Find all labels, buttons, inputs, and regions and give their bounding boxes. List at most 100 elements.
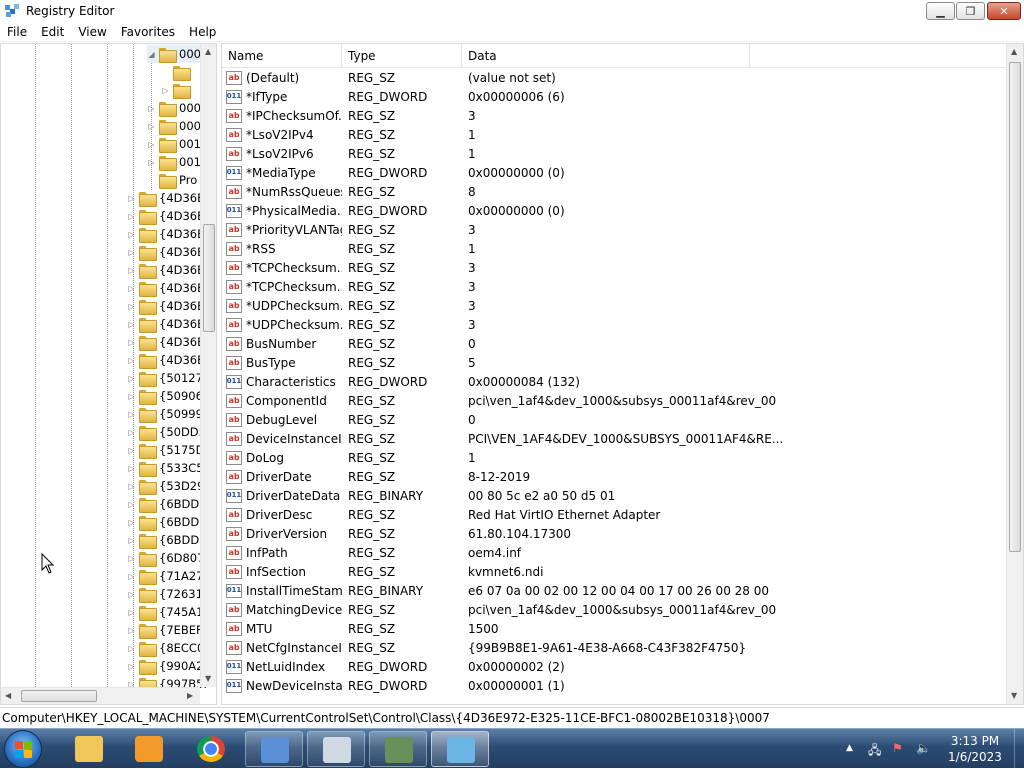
value-row[interactable]: ab DriverDate REG_SZ 8-12-2019 — [222, 467, 1006, 486]
tree-node[interactable]: ▷ {4D36E — [127, 261, 204, 279]
tree-node[interactable]: ▷ {4D36E — [127, 351, 204, 369]
tree-node[interactable]: ▷ {4D36E — [127, 297, 204, 315]
list-vscroll-thumb[interactable] — [1009, 62, 1021, 552]
minimize-button[interactable]: ▁ — [926, 2, 955, 20]
value-row[interactable]: ab DebugLevel REG_SZ 0 — [222, 410, 1006, 429]
maximize-button[interactable]: ❐ — [956, 2, 985, 20]
scroll-down-arrow-icon[interactable]: ▼ — [205, 674, 211, 683]
list-vertical-scrollbar[interactable]: ▲ ▼ — [1006, 44, 1023, 704]
volume-icon[interactable]: 🔈 — [916, 741, 931, 755]
tree-node[interactable]: ▷ {4D36E — [127, 225, 204, 243]
tree-expander-icon[interactable]: ▷ — [127, 230, 136, 239]
tree-expander-icon[interactable]: ▷ — [127, 446, 136, 455]
value-row[interactable]: 011 Characteristics REG_DWORD 0x00000084 (1… — [222, 372, 1006, 391]
title-bar[interactable]: Registry Editor ▁ ❐ ✕ — [0, 0, 1024, 22]
value-row[interactable]: ab *UDPChecksum... REG_SZ 3 — [222, 315, 1006, 334]
value-row[interactable]: 011 NewDeviceInstall REG_DWORD 0x00000001 (… — [222, 676, 1006, 695]
tree-expander-icon[interactable]: ▷ — [127, 590, 136, 599]
start-button[interactable] — [4, 730, 42, 768]
tree-expander-icon[interactable]: ▷ — [127, 572, 136, 581]
tree-node[interactable]: ▷ {4D36E — [127, 279, 204, 297]
value-row[interactable]: ab InfSection REG_SZ kvmnet6.ndi — [222, 562, 1006, 581]
taskbar-calendar-app-button[interactable] — [307, 731, 365, 767]
tree-node[interactable]: ▷ {72631E — [127, 585, 210, 603]
tree-node[interactable]: ▷ {6BDD1 — [127, 513, 207, 531]
registry-values-pane[interactable]: Name Type Data ab (Default) REG_SZ (value n… — [221, 43, 1024, 705]
tree-node[interactable]: ▷ 001 — [147, 153, 201, 171]
network-icon[interactable]: 🖧 — [868, 741, 881, 762]
tree-expander-icon[interactable]: ▷ — [127, 338, 136, 347]
column-header-name[interactable]: Name — [222, 44, 342, 68]
taskbar-network-app-button[interactable] — [245, 731, 303, 767]
tree-hscroll-thumb[interactable] — [21, 690, 97, 702]
tree-node[interactable]: ▷ 000 — [147, 99, 201, 117]
tree-expander-icon[interactable]: ▷ — [127, 464, 136, 473]
value-row[interactable]: ab *LsoV2IPv4 REG_SZ 1 — [222, 125, 1006, 144]
tree-node[interactable]: ▷ {50906C — [127, 387, 211, 405]
tree-expander-icon[interactable]: ◢ — [147, 50, 156, 59]
tree-node[interactable]: ▷ 001 — [147, 135, 201, 153]
value-row[interactable]: ab *IPChecksumOf... REG_SZ 3 — [222, 106, 1006, 125]
taskbar-monitor-app-button[interactable] — [369, 731, 427, 767]
tree-vertical-scrollbar[interactable]: ▲ ▼ — [200, 44, 216, 687]
tree-node[interactable]: ▷ {6BDD1 — [127, 531, 207, 549]
tree-node[interactable] — [161, 63, 193, 81]
tree-expander-icon[interactable]: ▷ — [147, 104, 156, 113]
tree-node[interactable]: ▷ {533C5I — [127, 459, 207, 477]
tree-expander-icon[interactable]: ▷ — [127, 536, 136, 545]
tree-node[interactable]: ▷ {6BDD1 — [127, 495, 207, 513]
tree-node[interactable]: ▷ {71A27 — [127, 567, 203, 585]
tree-expander-icon[interactable]: ▷ — [127, 518, 136, 527]
value-row[interactable]: ab DriverVersion REG_SZ 61.80.104.17300 — [222, 524, 1006, 543]
tree-node[interactable]: ▷ {53D29I — [127, 477, 208, 495]
value-row[interactable]: ab *LsoV2IPv6 REG_SZ 1 — [222, 144, 1006, 163]
tree-expander-icon[interactable]: ▷ — [127, 554, 136, 563]
tree-expander-icon[interactable]: ▷ — [127, 482, 136, 491]
scroll-up-arrow-icon[interactable]: ▲ — [1011, 47, 1017, 56]
tree-expander-icon[interactable]: ▷ — [127, 302, 136, 311]
scroll-left-arrow-icon[interactable]: ◀ — [5, 691, 11, 700]
tree-expander-icon[interactable]: ▷ — [147, 140, 156, 149]
scroll-up-arrow-icon[interactable]: ▲ — [205, 47, 211, 56]
menu-edit[interactable]: Edit — [34, 25, 71, 39]
tree-expander-icon[interactable]: ▷ — [127, 662, 136, 671]
tree-expander-icon[interactable]: ▷ — [161, 86, 170, 95]
close-button[interactable]: ✕ — [987, 2, 1021, 20]
value-row[interactable]: 011 *IfType REG_DWORD 0x00000006 (6) — [222, 87, 1006, 106]
taskbar-chrome-button[interactable] — [182, 731, 240, 767]
taskbar-media-player-button[interactable] — [120, 731, 178, 767]
tree-expander-icon[interactable]: ▷ — [127, 644, 136, 653]
tree-node[interactable]: ▷ {6D807 — [127, 549, 204, 567]
value-row[interactable]: ab *PriorityVLANTag REG_SZ 3 — [222, 220, 1006, 239]
value-row[interactable]: 011 DriverDateData REG_BINARY 00 80 5c e2 a… — [222, 486, 1006, 505]
value-row[interactable]: 011 InstallTimeStamp REG_BINARY e6 07 0a 00… — [222, 581, 1006, 600]
tree-node[interactable]: ▷ {4D36E — [127, 243, 204, 261]
tree-horizontal-scrollbar[interactable]: ◀ ▶ — [1, 687, 200, 704]
value-row[interactable]: 011 NetLuidIndex REG_DWORD 0x00000002 (2) — [222, 657, 1006, 676]
value-row[interactable]: ab ComponentId REG_SZ pci\ven_1af4&dev_1000… — [222, 391, 1006, 410]
tree-node[interactable]: ▷ {4D36E — [127, 315, 204, 333]
tree-node[interactable]: ▷ {8ECC0 — [127, 639, 204, 657]
value-row[interactable]: ab DriverDesc REG_SZ Red Hat VirtIO Etherne… — [222, 505, 1006, 524]
tree-expander-icon[interactable]: ▷ — [127, 356, 136, 365]
value-row[interactable]: ab *TCPChecksum... REG_SZ 3 — [222, 258, 1006, 277]
value-row[interactable]: ab BusNumber REG_SZ 0 — [222, 334, 1006, 353]
tree-expander-icon[interactable]: ▷ — [127, 500, 136, 509]
tree-expander-icon[interactable]: ▷ — [127, 392, 136, 401]
tree-node[interactable]: ◢ 000 — [147, 45, 205, 63]
scroll-down-arrow-icon[interactable]: ▼ — [1011, 691, 1017, 700]
value-row[interactable]: ab BusType REG_SZ 5 — [222, 353, 1006, 372]
show-desktop-button[interactable] — [1014, 729, 1024, 769]
tree-expander-icon[interactable]: ▷ — [127, 194, 136, 203]
clock[interactable]: 3:13 PM 1/6/2023 — [940, 733, 1010, 765]
tree-expander-icon[interactable]: ▷ — [127, 284, 136, 293]
tree-expander-icon[interactable]: ▷ — [147, 158, 156, 167]
tree-node[interactable]: ▷ {50DD5 — [127, 423, 206, 441]
tree-node[interactable]: ▷ {745A17 — [127, 603, 211, 621]
tree-expander-icon[interactable]: ▷ — [127, 212, 136, 221]
tree-node[interactable]: ▷ — [161, 81, 193, 99]
tree-expander-icon[interactable]: ▷ — [127, 320, 136, 329]
column-header-type[interactable]: Type — [342, 44, 462, 68]
tree-node[interactable]: ▷ {7EBEFI — [127, 621, 206, 639]
menu-file[interactable]: File — [0, 25, 34, 39]
